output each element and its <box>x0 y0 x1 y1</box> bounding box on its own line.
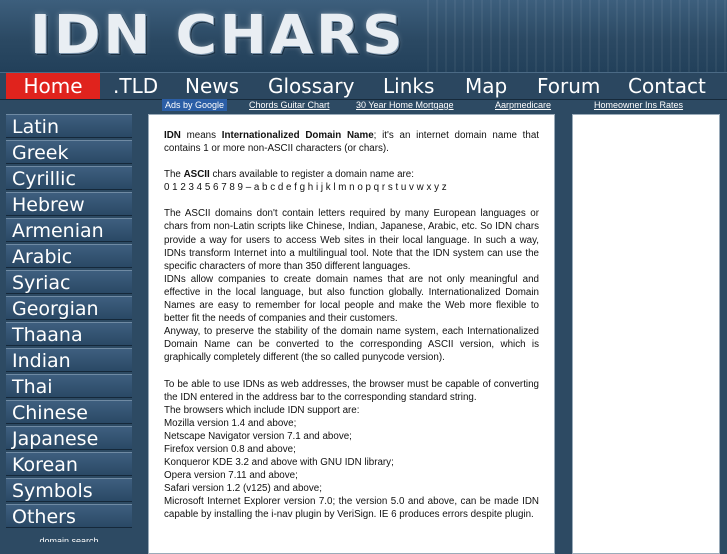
sidebar-item-others[interactable]: Others <box>6 504 132 528</box>
nav-home[interactable]: Home <box>6 73 100 99</box>
sidebar-item-syriac[interactable]: Syriac <box>6 270 132 294</box>
sidebar-item-symbols[interactable]: Symbols <box>6 478 132 502</box>
sidebar-item-arabic[interactable]: Arabic <box>6 244 132 268</box>
browser-item: Konqueror KDE 3.2 and above with GNU IDN… <box>164 457 394 469</box>
banner-stripes <box>427 0 727 72</box>
intro-paragraph: IDN means Internationalized Domain Name;… <box>164 129 539 155</box>
ad-link-3[interactable]: Aarpmedicare <box>495 99 551 111</box>
paragraph-ascii-limits: The ASCII domains don't contain letters … <box>164 208 539 272</box>
paragraph-punycode: Anyway, to preserve the stability of the… <box>164 326 539 364</box>
nav-tld[interactable]: .TLD <box>113 73 158 99</box>
ads-by-google-badge[interactable]: Ads by Google <box>162 99 228 111</box>
sidebar-item-korean[interactable]: Korean <box>6 452 132 476</box>
sidebar-item-cyrillic[interactable]: Cyrillic <box>6 166 132 190</box>
sidebar-item-hebrew[interactable]: Hebrew <box>6 192 132 216</box>
header-banner: IDN CHARS <box>0 0 727 72</box>
top-nav: Home .TLD News Glossary Links Map Forum … <box>0 72 727 100</box>
nav-links[interactable]: Links <box>383 73 434 99</box>
nav-contact[interactable]: Contact <box>628 73 706 99</box>
idn-term: IDN <box>164 130 181 141</box>
ads-row: Ads by Google Chords Guitar Chart 30 Yea… <box>148 99 727 113</box>
browser-item: Firefox version 0.8 and above; <box>164 443 296 455</box>
ad-link-2[interactable]: 30 Year Home Mortgage <box>356 99 454 111</box>
browser-item: Opera version 7.11 and above; <box>164 470 298 482</box>
sidebar-item-thai[interactable]: Thai <box>6 374 132 398</box>
sidebar-item-thaana[interactable]: Thaana <box>6 322 132 346</box>
nav-forum[interactable]: Forum <box>537 73 600 99</box>
browser-item: Microsoft Internet Explorer version 7.0;… <box>164 496 539 521</box>
browsers-intro: The browsers which include IDN support a… <box>164 404 360 416</box>
ad-link-4[interactable]: Homeowner Ins Rates <box>594 99 683 111</box>
ascii-char-list: 0 1 2 3 4 5 6 7 8 9 – a b c d e f g h i … <box>164 182 447 194</box>
nav-news[interactable]: News <box>185 73 239 99</box>
ascii-term: ASCII <box>183 169 210 181</box>
sidebar-item-latin[interactable]: Latin <box>6 114 132 138</box>
nav-glossary[interactable]: Glossary <box>268 73 354 99</box>
ascii-pre: The <box>164 169 184 181</box>
ad-link-1[interactable]: Chords Guitar Chart <box>249 99 330 111</box>
nav-map[interactable]: Map <box>465 73 507 99</box>
sidebar-item-japanese[interactable]: Japanese <box>6 426 132 450</box>
script-sidebar: Latin Greek Cyrillic Hebrew Armenian Ara… <box>6 114 132 542</box>
main-content: IDN means Internationalized Domain Name;… <box>148 114 555 554</box>
site-logo[interactable]: IDN CHARS <box>30 7 405 65</box>
browser-item: Safari version 1.2 (v125) and above; <box>164 483 322 495</box>
browser-item: Netscape Navigator version 7.1 and above… <box>164 430 352 442</box>
browser-item: Mozilla version 1.4 and above; <box>164 417 297 429</box>
ascii-rest: chars available to register a domain nam… <box>209 169 414 181</box>
sidebar-cut-label: domain search <box>39 536 99 542</box>
intro-means: means <box>180 130 222 141</box>
sidebar-item-armenian[interactable]: Armenian <box>6 218 132 242</box>
ascii-paragraph: The ASCII chars available to register a … <box>164 168 539 181</box>
sidebar-item-georgian[interactable]: Georgian <box>6 296 132 320</box>
paragraph-companies: IDNs allow companies to create domain na… <box>164 273 539 325</box>
sidebar-item-indian[interactable]: Indian <box>6 348 132 372</box>
sidebar-item-greek[interactable]: Greek <box>6 140 132 164</box>
idn-full-term: Internationalized Domain Name <box>221 130 374 141</box>
sidebar-item-chinese[interactable]: Chinese <box>6 400 132 424</box>
right-ad-panel <box>572 114 720 554</box>
paragraph-browser-conversion: To be able to use IDNs as web addresses,… <box>164 378 539 403</box>
